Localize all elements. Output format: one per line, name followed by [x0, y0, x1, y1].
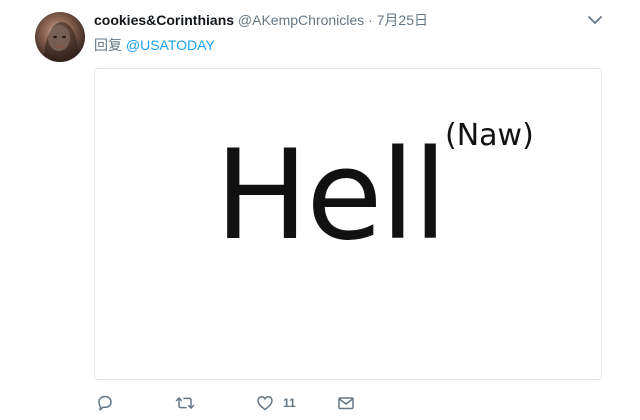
media-superscript-text: (Naw)	[445, 118, 534, 153]
more-options-chevron-down-icon[interactable]	[586, 13, 604, 27]
avatar[interactable]	[35, 12, 85, 62]
tweet-media-image[interactable]: Hell (Naw)	[94, 68, 602, 380]
reply-mention-link[interactable]: @USATODAY	[126, 37, 215, 53]
direct-message-button[interactable]	[337, 392, 355, 414]
display-name[interactable]: cookies&Corinthians	[94, 12, 234, 28]
tweet-date[interactable]: 7月25日	[377, 12, 428, 28]
user-handle[interactable]: @AKempChronicles	[238, 12, 364, 28]
reply-icon	[98, 395, 112, 411]
separator-dot: ·	[368, 12, 373, 28]
reply-button[interactable]	[96, 392, 114, 414]
like-button[interactable]: 11	[256, 392, 296, 414]
like-count: 11	[283, 396, 296, 410]
media-main-text: Hell	[215, 124, 447, 268]
tweet-header: cookies&Corinthians @AKempChronicles · 7…	[94, 11, 428, 29]
retweet-icon	[175, 397, 195, 409]
envelope-icon	[338, 397, 354, 410]
tweet-actions: 11	[94, 392, 394, 414]
retweet-button[interactable]	[175, 392, 195, 414]
heart-icon	[257, 396, 273, 411]
tweet: cookies&Corinthians @AKempChronicles · 7…	[0, 0, 640, 420]
reply-context: 回复 @USATODAY	[94, 36, 215, 54]
reply-prefix: 回复	[94, 37, 122, 53]
